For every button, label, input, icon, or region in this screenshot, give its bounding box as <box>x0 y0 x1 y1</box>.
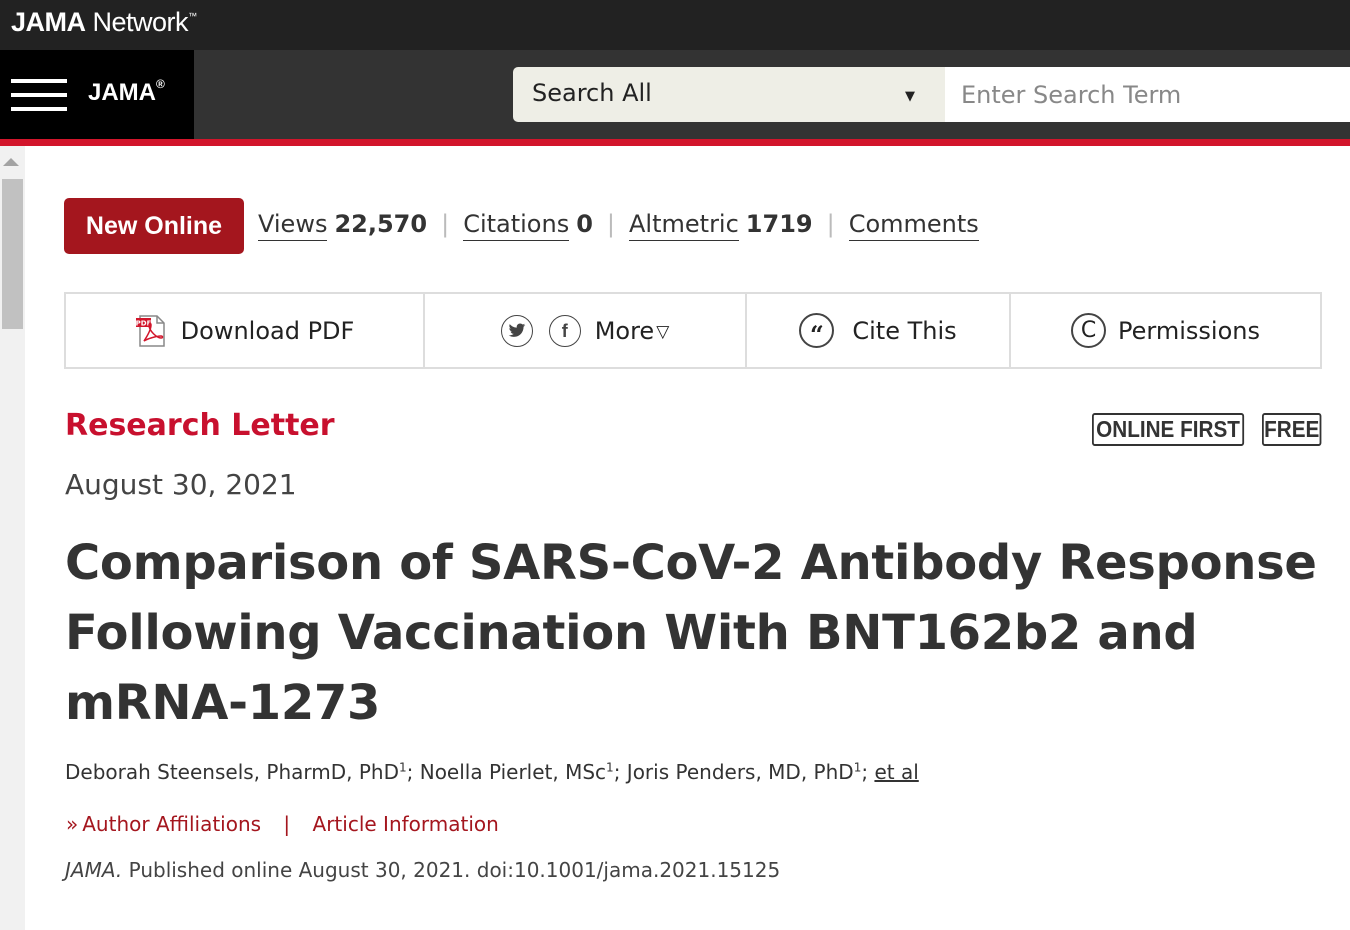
author-name[interactable]: Noella Pierlet, MSc <box>420 760 606 784</box>
search-scope-label: Search All <box>532 79 652 107</box>
chevron-right-icon: » <box>66 812 79 836</box>
journal-reg-mark: ® <box>156 77 165 91</box>
more-label: More <box>594 316 655 345</box>
et-al-link[interactable]: et al <box>874 760 918 784</box>
article-type: Research Letter <box>65 408 335 443</box>
dropdown-caret-icon: ▼ <box>905 89 915 104</box>
journal-name[interactable]: JAMA® <box>88 77 165 107</box>
download-pdf-button[interactable]: PDF Download PDF <box>66 294 425 367</box>
network-bar: JAMA Network™ <box>0 0 1350 50</box>
journal-brand: JAMA® <box>0 50 194 139</box>
permissions-label: Permissions <box>1118 316 1260 345</box>
metric-views[interactable]: Views 22,570 <box>258 210 427 241</box>
more-caret-icon: ▽ <box>656 321 670 342</box>
metric-comments[interactable]: Comments <box>848 210 979 241</box>
article-information-link[interactable]: Article Information <box>313 812 499 836</box>
author-affiliation-mark: 1 <box>398 760 407 775</box>
metric-label: Comments <box>848 210 979 241</box>
facebook-icon[interactable]: f <box>548 314 581 347</box>
scrollbar[interactable] <box>0 146 25 930</box>
cite-this-label: Cite This <box>852 316 957 345</box>
permissions-button[interactable]: C Permissions <box>1011 294 1320 367</box>
logo-tm: ™ <box>188 11 197 21</box>
logo-bold-text: JAMA <box>11 7 86 37</box>
article-metrics: Views 22,570 | Citations 0 | Altmetric 1719… <box>258 210 979 241</box>
search-input[interactable] <box>945 67 1350 122</box>
jama-network-logo[interactable]: JAMA Network™ <box>11 7 197 38</box>
logo-light-text: Network <box>92 7 189 37</box>
metric-label: Citations <box>463 210 570 241</box>
publication-date: August 30, 2021 <box>65 468 297 501</box>
journal-name-text: JAMA <box>88 79 157 106</box>
share-more-group: f More ▽ <box>425 294 747 367</box>
metric-value: 1719 <box>745 210 813 238</box>
scrollbar-thumb[interactable] <box>2 179 23 329</box>
citation-details: Published online August 30, 2021. doi:10… <box>128 858 781 882</box>
metric-separator: | <box>606 210 616 238</box>
new-online-badge[interactable]: New Online <box>64 198 244 254</box>
online-first-badge: ONLINE FIRST <box>1092 413 1245 446</box>
citation-journal: JAMA. <box>65 858 123 882</box>
copyright-icon: C <box>1071 313 1107 348</box>
author-affiliations-link[interactable]: » Author Affiliations <box>66 812 261 836</box>
author-affiliation-mark: 1 <box>606 760 614 775</box>
author-name[interactable]: Deborah Steensels, PharmD, PhD <box>65 760 399 784</box>
cite-this-button[interactable]: “ Cite This <box>747 294 1011 367</box>
metric-separator: | <box>826 210 835 238</box>
author-affiliation-mark: 1 <box>853 760 862 775</box>
header-red-rule <box>0 139 1350 146</box>
metric-value: 0 <box>576 210 593 238</box>
more-button[interactable]: More ▽ <box>595 317 670 345</box>
metric-separator: | <box>441 210 450 238</box>
journal-header: JAMA® Search All ▼ <box>0 50 1350 139</box>
citation-line: JAMA. Published online August 30, 2021. … <box>65 858 780 882</box>
pdf-icon: PDF <box>135 314 169 348</box>
author-list: Deborah Steensels, PharmD, PhD1; Noella … <box>65 760 919 784</box>
author-affiliations-label: Author Affiliations <box>82 812 262 836</box>
article-links: » Author Affiliations | Article Informati… <box>66 812 499 836</box>
author-name[interactable]: Joris Penders, MD, PhD <box>627 760 854 784</box>
link-divider: | <box>283 812 291 836</box>
quote-icon: “ <box>799 313 835 348</box>
download-pdf-label: Download PDF <box>180 316 355 345</box>
metric-value: 22,570 <box>334 210 428 238</box>
metric-label: Views <box>258 210 328 241</box>
metric-altmetric[interactable]: Altmetric 1719 <box>629 210 813 241</box>
free-badge: FREE <box>1262 413 1322 446</box>
menu-icon[interactable] <box>11 79 67 113</box>
metric-label: Altmetric <box>629 210 739 241</box>
twitter-icon[interactable] <box>500 314 533 347</box>
article-title: Comparison of SARS-CoV-2 Antibody Respon… <box>65 535 1317 731</box>
article-toolbar: PDF Download PDF f More ▽ “ Cite This C P… <box>64 292 1322 369</box>
metric-citations[interactable]: Citations 0 <box>463 210 593 241</box>
search-scope-select[interactable]: Search All ▼ <box>513 67 945 122</box>
scroll-up-arrow-icon[interactable] <box>3 158 19 166</box>
